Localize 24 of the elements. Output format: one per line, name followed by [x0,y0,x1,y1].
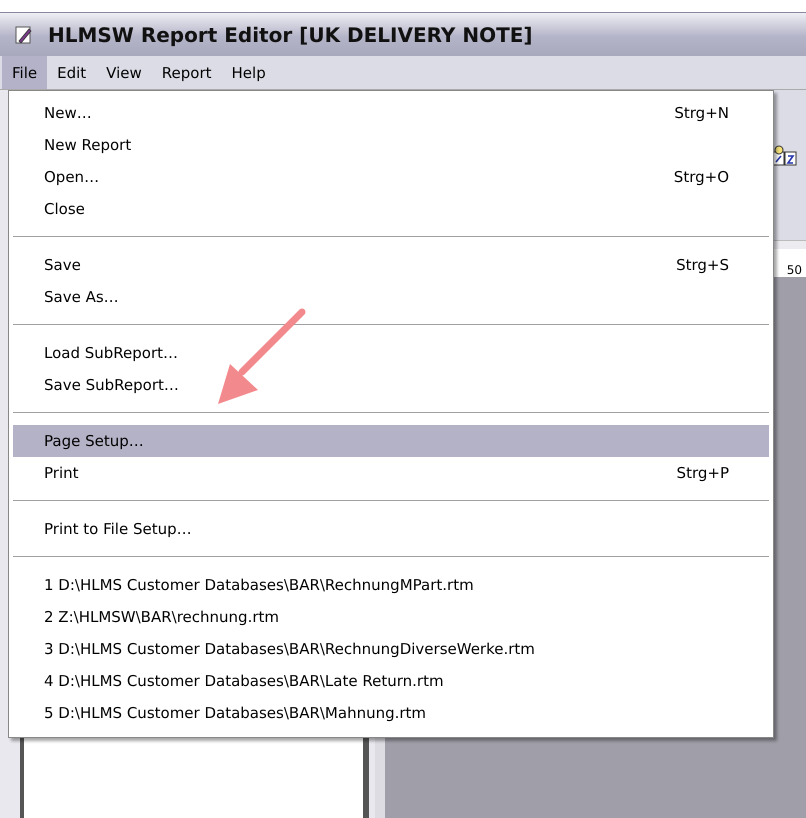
menu-item[interactable]: Load SubReport… [13,337,769,369]
menu-bar-item[interactable]: Help [222,56,276,89]
menu-item[interactable]: 1 D:\HLMS Customer Databases\BAR\RechnungMPart.rtm [13,569,769,601]
menu-item[interactable]: Close [13,193,769,225]
menu-item[interactable]: New… Strg+N [13,97,769,129]
menu-item[interactable]: Print to File Setup… [13,513,769,545]
menu-item[interactable]: Open… Strg+O [13,161,769,193]
menu-bar-item[interactable]: View [96,56,152,89]
menu-item[interactable]: 2 Z:\HLMSW\BAR\rechnung.rtm [13,601,769,633]
menu-item[interactable]: 4 D:\HLMS Customer Databases\BAR\Late Return.rtm [13,665,769,697]
menu-item[interactable]: 3 D:\HLMS Customer Databases\BAR\RechnungDiverseWerke.rtm [13,633,769,665]
menu-item[interactable]: Save Strg+S [13,249,769,281]
menu-item[interactable]: Page Setup… [13,425,769,457]
menu-item[interactable]: New Report [13,129,769,161]
menu-item[interactable]: 5 D:\HLMS Customer Databases\BAR\Mahnung.rtm [13,697,769,729]
ruler-label: 50 [786,263,802,277]
menu-item[interactable]: Save SubReport… [13,369,769,401]
window-title: HLMSW Report Editor [UK DELIVERY NOTE] [48,22,533,46]
menu-item[interactable]: Print Strg+P [13,457,769,489]
pencil-document-icon [14,24,34,44]
menu-bar-item[interactable]: File [2,56,48,89]
menu-bar-item[interactable]: Edit [47,56,96,89]
menu-bar-item[interactable]: Report [152,56,222,89]
menu-item[interactable]: Save As… [13,281,769,313]
